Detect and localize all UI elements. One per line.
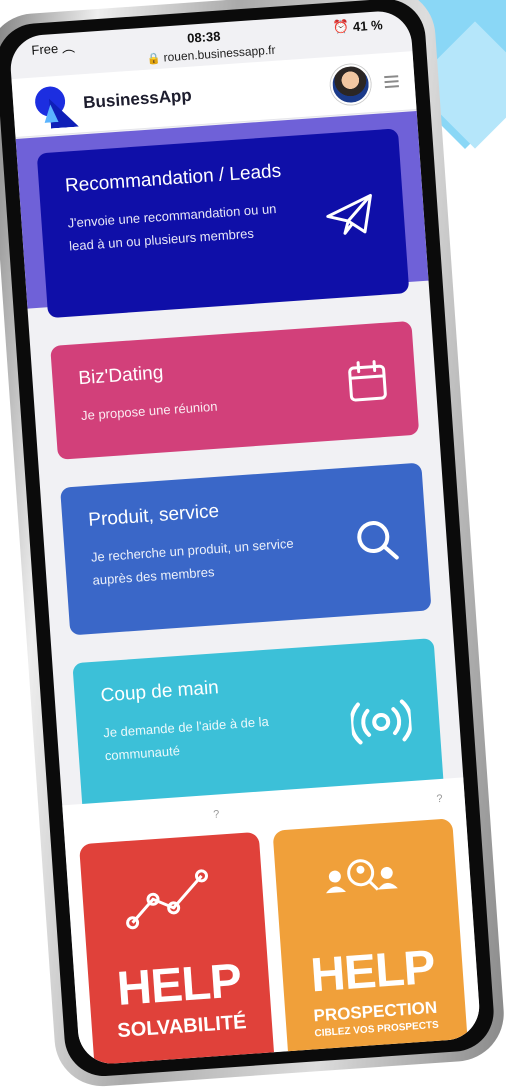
battery-indicator: ⏰ 41 % [332, 16, 383, 35]
calendar-icon [348, 360, 387, 402]
help-card-solvabilite[interactable]: HELP SOLVABILITÉ [78, 831, 276, 1066]
carrier-label: Free ︵ [30, 39, 76, 58]
phone-frame: Free ︵ 08:38 ⏰ 41 % 🔒 rouen.businessapp.f… [0, 0, 506, 1089]
alarm-icon: ⏰ [332, 18, 350, 35]
help-section: ? ? HELP SOLVABILITÉ HELP PROSPECTION CI… [62, 777, 482, 1066]
broadcast-icon [349, 699, 413, 745]
help-card-title: HELP [308, 940, 437, 1003]
action-card-list: Recommandation / Leads J'envoie une reco… [17, 127, 467, 852]
battery-level: 41 % [352, 16, 384, 34]
card-title: Produit, service [87, 500, 220, 531]
trend-chart-icon [126, 869, 208, 930]
help-tooltip-icon[interactable]: ? [213, 808, 220, 820]
phone-bezel: Free ︵ 08:38 ⏰ 41 % 🔒 rouen.businessapp.f… [0, 0, 497, 1079]
people-search-icon [326, 859, 398, 894]
businessapp-logo-icon[interactable] [28, 81, 79, 130]
avatar[interactable] [329, 63, 373, 106]
card-title: Coup de main [99, 677, 220, 707]
phone-screen: Free ︵ 08:38 ⏰ 41 % 🔒 rouen.businessapp.f… [8, 9, 482, 1066]
card-description: Je propose une réunion [80, 398, 218, 424]
help-tooltip-icon[interactable]: ? [436, 793, 443, 805]
brand-name[interactable]: BusinessApp [83, 86, 193, 114]
help-card-row: HELP SOLVABILITÉ HELP PROSPECTION CIBLEZ… [78, 818, 469, 1066]
help-card-prospection[interactable]: HELP PROSPECTION CIBLEZ VOS PROSPECTS [272, 818, 469, 1066]
help-card-title: HELP [115, 954, 243, 1016]
card-description: Je demande de l'aide à de la communauté [102, 713, 270, 764]
lock-icon: 🔒 [146, 52, 162, 66]
card-recommandation-leads[interactable]: Recommandation / Leads J'envoie une reco… [36, 128, 410, 319]
hamburger-menu-icon[interactable] [384, 75, 399, 89]
clock: 08:38 [186, 28, 221, 46]
paper-plane-icon [326, 193, 372, 235]
card-biz-dating[interactable]: Biz'Dating Je propose une réunion [50, 320, 420, 460]
card-title: Recommandation / Leads [64, 160, 282, 197]
card-description: J'envoie une recommandation ou un lead à… [67, 201, 277, 254]
wifi-icon: ︵ [61, 39, 76, 56]
card-description: Je recherche un produit, un service aupr… [90, 535, 295, 588]
search-icon [357, 521, 399, 560]
card-title: Biz'Dating [77, 362, 164, 390]
card-produit-service[interactable]: Produit, service Je recherche un produit… [60, 462, 432, 636]
